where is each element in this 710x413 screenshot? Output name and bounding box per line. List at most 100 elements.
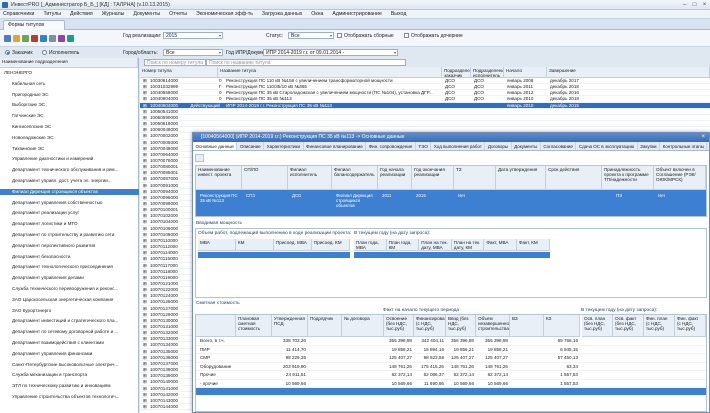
tree-item[interactable]: Департамент по строительству и развитию …: [0, 232, 139, 239]
cost-header[interactable]: Освоение (без НДС, тыс.руб): [384, 315, 414, 337]
expand-icon[interactable]: ⊞: [143, 287, 147, 293]
tree-item[interactable]: Департамент технического обслуживания и …: [0, 167, 139, 174]
expand-icon[interactable]: ⊞: [143, 386, 147, 392]
cost-header[interactable]: Осв. план (без НДС, тыс.руб): [582, 315, 613, 337]
main-header[interactable]: ТЗ: [454, 166, 496, 190]
main-header[interactable]: Год начала реализации: [378, 166, 412, 190]
expand-icon[interactable]: ⊞: [143, 330, 147, 336]
cost-header[interactable]: ВЗ: [510, 315, 544, 337]
capacity-header[interactable]: Присоед. МВА: [274, 239, 312, 251]
ipr-select[interactable]: ИПР 2014-2019 г.г. от 09.01.2014 - ▾: [263, 49, 398, 56]
tree-item[interactable]: Департамент управл. дост. учета эл. энер…: [0, 178, 139, 185]
main-header[interactable]: Год окончания реализации: [412, 166, 454, 190]
tree-item[interactable]: Служба механизации и транспорта: [0, 372, 139, 379]
expand-icon[interactable]: ⊞: [143, 183, 147, 189]
tree-item[interactable]: Департамент реализации услуг: [0, 210, 139, 217]
dialog-tab[interactable]: Описание: [237, 142, 265, 150]
customer-radio[interactable]: [5, 50, 10, 55]
maximize-icon[interactable]: □: [690, 1, 699, 9]
expand-icon[interactable]: ⊞: [143, 213, 147, 219]
menu-item[interactable]: Журналы: [102, 11, 125, 17]
tree-item[interactable]: Департамент управления делами: [0, 275, 139, 282]
tree-item[interactable]: Департамент технологического присоединен…: [0, 264, 139, 271]
expand-icon[interactable]: ⊞: [143, 189, 147, 195]
dialog-tab[interactable]: Фин. сопровождение: [366, 142, 416, 150]
main-data-row[interactable]: Реконструкция ПС 35 кВ №113 СПЭ ДСО Фили…: [196, 190, 706, 216]
dialog-close-icon[interactable]: ×: [701, 134, 705, 140]
tree-item[interactable]: Управление строительства объектов технол…: [0, 394, 139, 401]
expand-icon[interactable]: ⊞: [143, 219, 147, 225]
menu-item[interactable]: Экономическая эфф-ть: [196, 11, 253, 17]
menu-item[interactable]: Выход: [391, 11, 407, 17]
edit-icon[interactable]: [13, 35, 20, 42]
dialog-tab[interactable]: Финансовое планирование: [304, 142, 367, 150]
capacity-header[interactable]: План на тек. дату, КМ: [451, 239, 485, 251]
capacity-header[interactable]: МВА: [198, 239, 236, 251]
expand-icon[interactable]: ⊞: [143, 398, 147, 404]
expand-icon[interactable]: ⊞: [143, 140, 147, 146]
expand-icon[interactable]: ⊞: [143, 96, 147, 102]
expand-icon[interactable]: ⊞: [143, 404, 147, 410]
cost-total-row[interactable]: [196, 388, 706, 395]
year-select[interactable]: 2015 ▾: [163, 32, 223, 39]
expand-icon[interactable]: ⊞: [143, 318, 147, 324]
dialog-tab[interactable]: Основные данные: [193, 142, 238, 150]
tree-item[interactable]: Выборгские ЭС: [0, 102, 139, 109]
tree-item[interactable]: ЭТЛ по техническому развитию и инновация…: [0, 383, 139, 390]
cost-header[interactable]: Осв. факт (без НДС, тыс.руб): [613, 315, 644, 337]
expand-icon[interactable]: ⊞: [143, 299, 147, 305]
expand-icon[interactable]: ⊞: [143, 109, 147, 115]
expand-icon[interactable]: ⊞: [143, 361, 147, 367]
tree-item[interactable]: Пригородные ЭС: [0, 92, 139, 99]
expand-icon[interactable]: ⊞: [143, 121, 147, 127]
search-name-input[interactable]: Поиск по названию титула: [206, 59, 406, 66]
cost-row[interactable]: ПИР 11 414,70 19 856,21 15 894,16 19 856,21 1…: [196, 346, 706, 354]
expand-icon[interactable]: ⊞: [143, 232, 147, 238]
tree-item[interactable]: Департамент управления собственностью: [0, 200, 139, 207]
cost-row[interactable]: Всего, в т.ч. 338 703,26 356 396,88 342 404…: [196, 337, 706, 346]
tree-item[interactable]: Управление диагностики и измерений: [0, 156, 139, 163]
cost-header[interactable]: КЗ: [544, 315, 580, 337]
cost-header[interactable]: Объем незавершенного строительства: [476, 315, 510, 337]
dialog-tab[interactable]: Согласование: [541, 142, 577, 150]
capacity-header[interactable]: План года, КМ: [386, 239, 420, 251]
capacity-header[interactable]: КМ: [236, 239, 274, 251]
executor-radio[interactable]: [42, 50, 47, 55]
tree-item[interactable]: Департамент взаимодействия с клиентами: [0, 340, 139, 347]
tree-item[interactable]: Департамент перспективного развития: [0, 243, 139, 250]
capacity-right-row[interactable]: [354, 252, 550, 258]
expand-icon[interactable]: ⊞: [143, 176, 147, 182]
copy-icon[interactable]: [22, 35, 29, 42]
tree-item[interactable]: Департамент логистики и МТО: [0, 221, 139, 228]
cost-header[interactable]: Фин. факт (с НДС, тыс.руб): [675, 315, 706, 337]
expand-icon[interactable]: ⊞: [143, 281, 147, 287]
capacity-header[interactable]: Факт, МВА: [484, 239, 517, 251]
menu-item[interactable]: Справочники: [3, 11, 34, 17]
expand-icon[interactable]: ⊞: [143, 367, 147, 373]
expand-icon[interactable]: ⊞: [143, 226, 147, 232]
cost-row[interactable]: - прочие 10 569,66 10 569,66 11 690,66 10 56…: [196, 380, 706, 388]
cost-header[interactable]: [196, 315, 236, 337]
capacity-header[interactable]: Присоед. КМ: [312, 239, 350, 251]
expand-icon[interactable]: ⊞: [143, 256, 147, 262]
expand-icon[interactable]: ⊞: [143, 78, 147, 84]
tree-item[interactable]: Филиал Дирекция строящихся объектов: [0, 188, 139, 196]
cost-header[interactable]: Финансирование (с НДС, тыс.руб): [414, 315, 446, 337]
expand-icon[interactable]: ⊞: [143, 146, 147, 152]
close-icon[interactable]: ×: [700, 1, 709, 9]
expand-icon[interactable]: ⊞: [143, 158, 147, 164]
expand-icon[interactable]: ⊞: [143, 84, 147, 90]
col-end-header[interactable]: Завершение: [547, 67, 710, 78]
dialog-tab[interactable]: Закупки: [638, 142, 661, 150]
expand-icon[interactable]: ⊞: [143, 379, 147, 385]
main-header[interactable]: Объект включен в Соглашение (РЭК/ОЮК/МРС…: [654, 166, 706, 190]
cost-row[interactable]: СМР 98 229,35 125 407,27 98 523,58 125 407,2…: [196, 354, 706, 363]
col-name-header[interactable]: Название титула: [218, 67, 442, 78]
cost-header[interactable]: Фин. план (с НДС, тыс.руб): [644, 315, 675, 337]
capacity-header[interactable]: Факт, КМ: [517, 239, 550, 251]
cost-header[interactable]: № договора: [342, 315, 384, 337]
main-header[interactable]: Срок действия: [546, 166, 602, 190]
filter-icon[interactable]: [67, 35, 74, 42]
expand-icon[interactable]: ⊞: [143, 355, 147, 361]
expand-icon[interactable]: ⊞: [143, 238, 147, 244]
